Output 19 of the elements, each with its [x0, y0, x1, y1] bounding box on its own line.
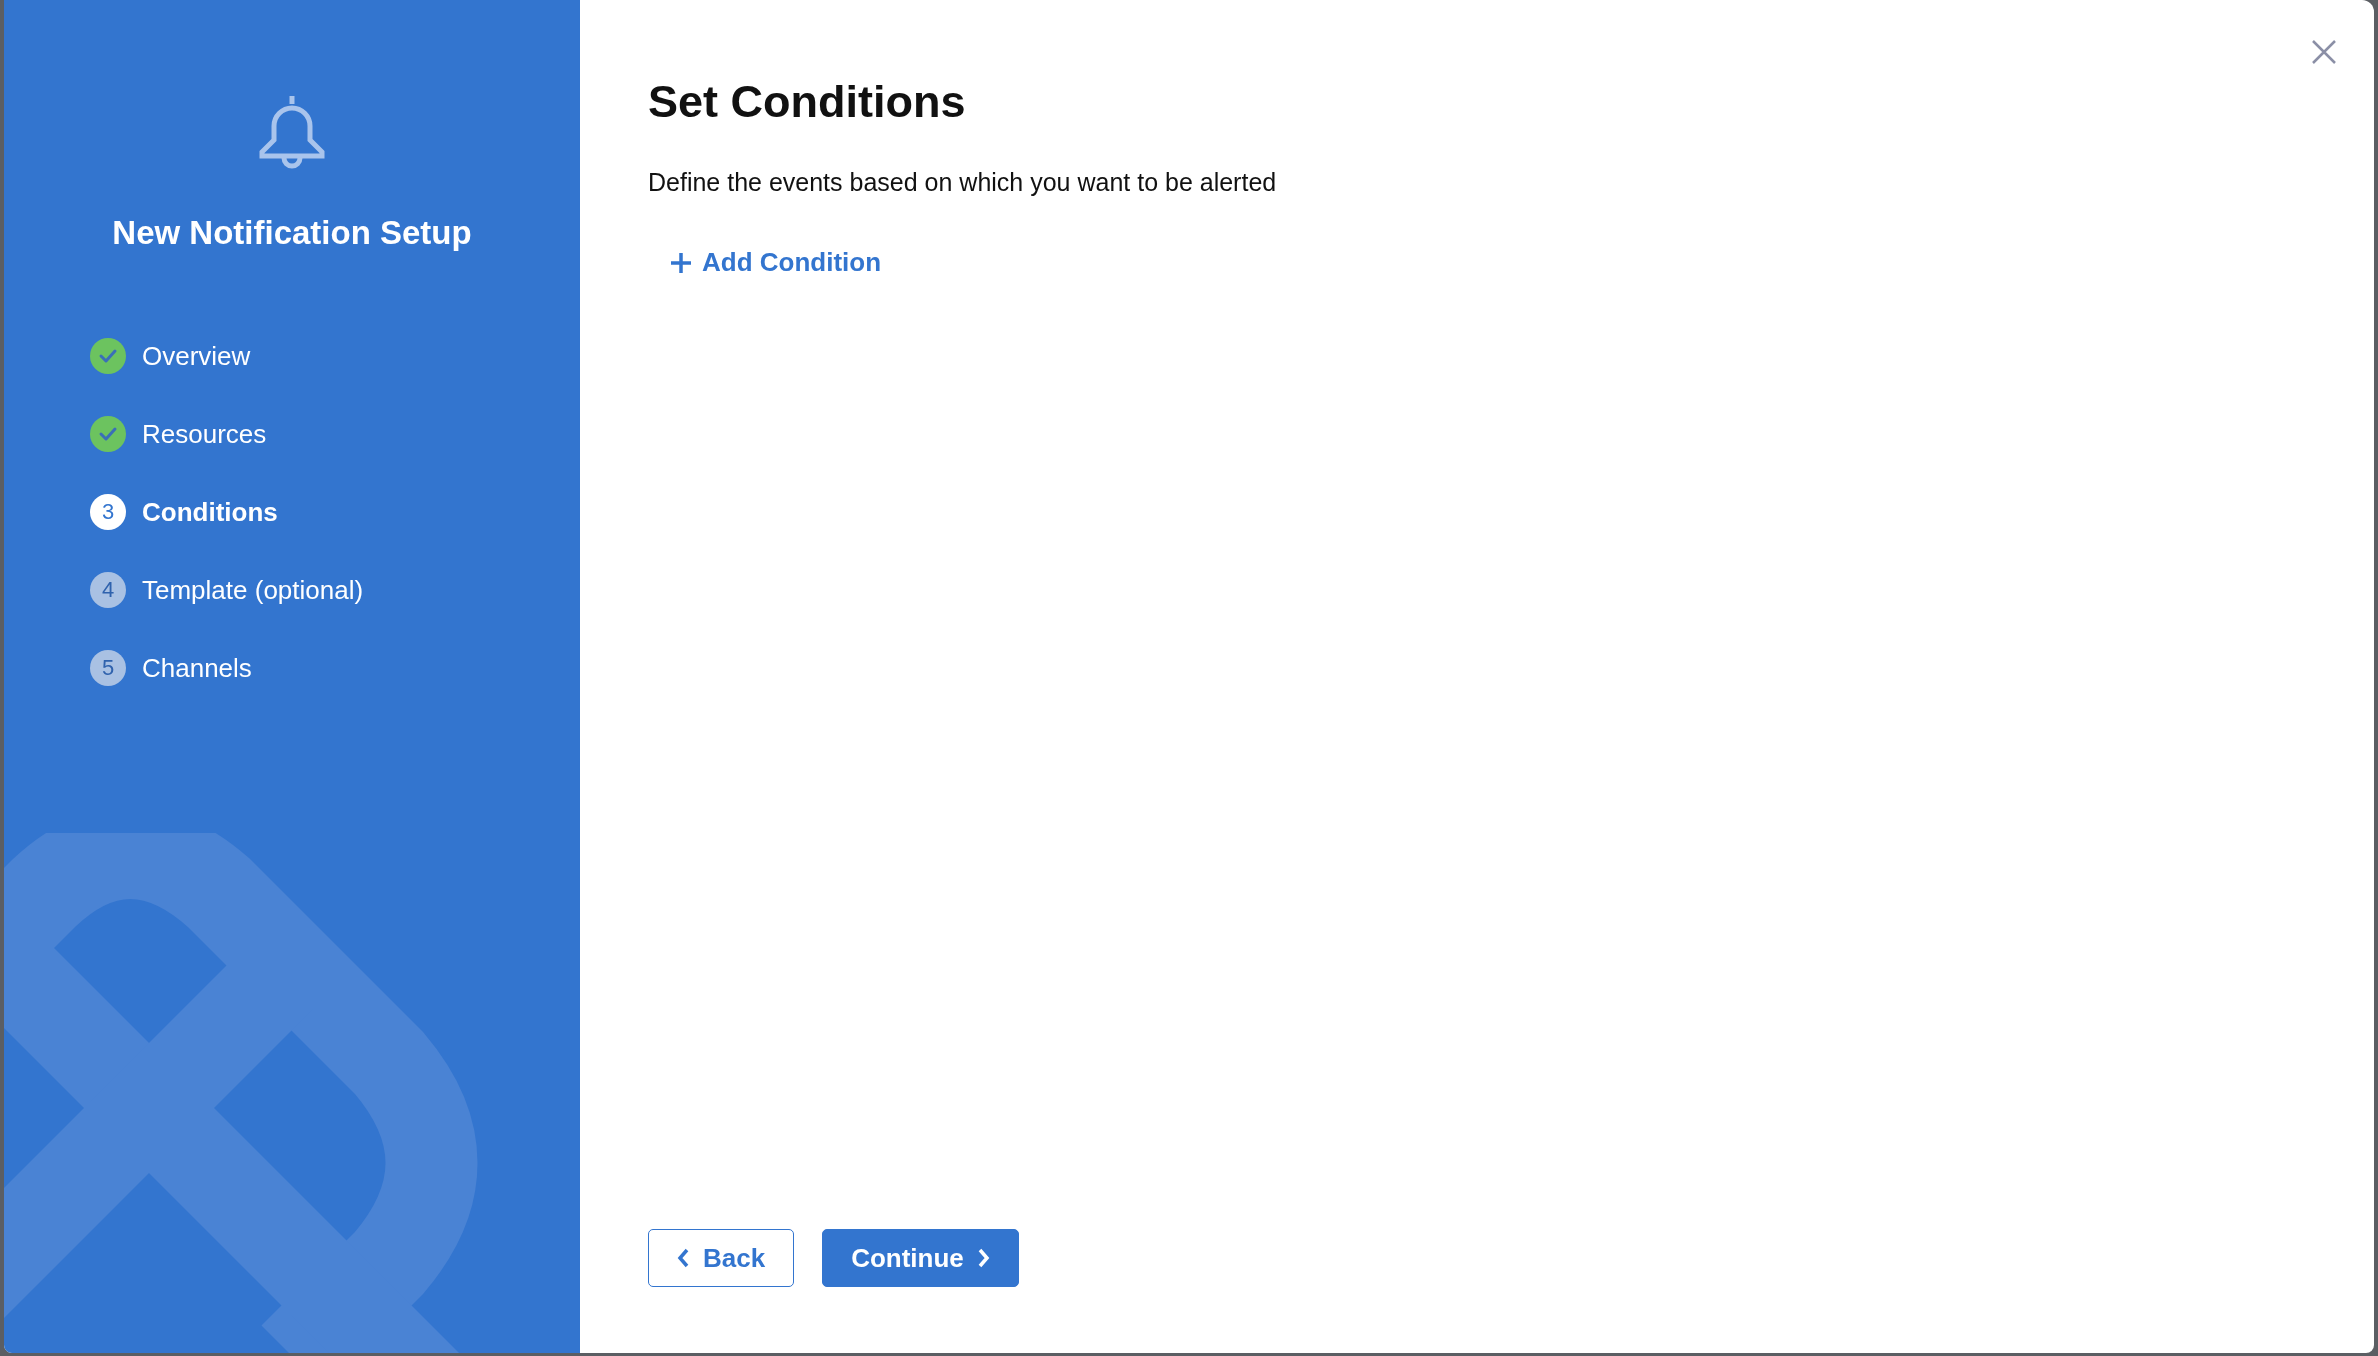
description-text: Define the events based on which you want to be alerted — [648, 168, 1278, 197]
continue-button[interactable]: Continue — [822, 1229, 1019, 1287]
check-icon — [98, 426, 118, 442]
step-label: Overview — [142, 340, 251, 372]
chevron-left-icon — [677, 1248, 689, 1268]
step-number: 4 — [90, 572, 126, 608]
step-label: Conditions — [142, 496, 278, 528]
check-icon — [98, 348, 118, 364]
step-label: Channels — [142, 652, 252, 684]
step-number: 5 — [90, 650, 126, 686]
plus-icon — [670, 251, 692, 274]
add-condition-button[interactable]: Add Condition — [670, 247, 882, 278]
step-label: Resources — [142, 418, 267, 450]
back-button[interactable]: Back — [648, 1229, 795, 1287]
page-title: Set Conditions — [648, 76, 967, 128]
chevron-right-icon — [977, 1248, 990, 1268]
step-number: 3 — [90, 494, 126, 530]
step-label: Template (optional) — [142, 574, 364, 606]
sidebar-title: New Notification Setup — [112, 214, 472, 252]
